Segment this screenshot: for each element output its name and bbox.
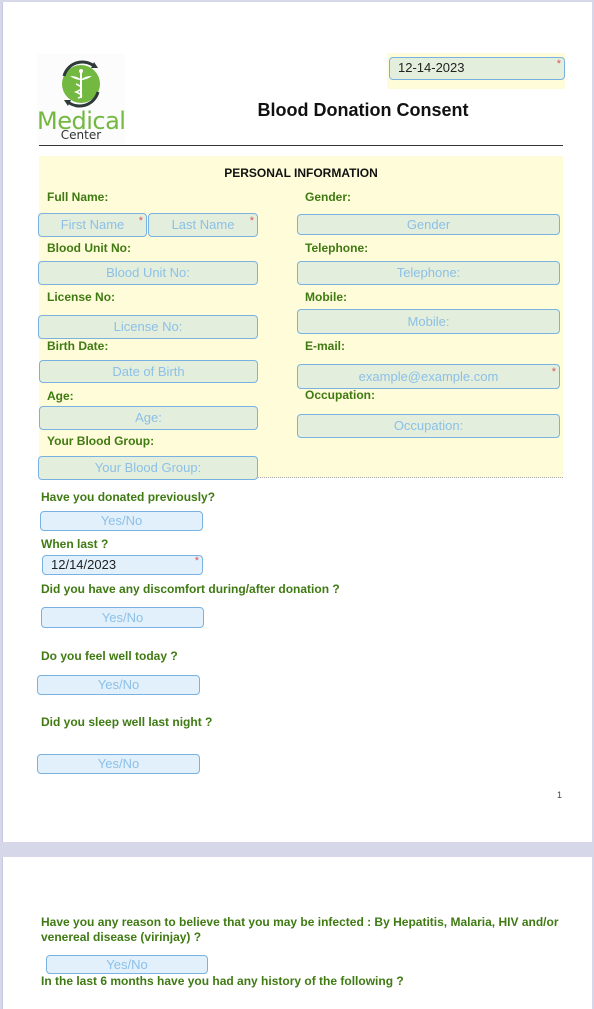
last-name-field[interactable]: Last Name <box>148 210 258 237</box>
telephone-field[interactable]: Telephone: <box>297 261 560 285</box>
blood-group-label: Your Blood Group: <box>47 434 155 448</box>
infection-question-line-1: Have you any reason to believe that you … <box>41 915 559 929</box>
infection-question-line-2: venereal disease (virinjay) ? <box>41 930 202 944</box>
page-number: 1 <box>556 790 562 800</box>
discomfort-label: Did you have any discomfort during/after… <box>41 582 340 596</box>
donated-previously-label: Have you donated previously? <box>41 490 216 504</box>
blood-unit-field[interactable]: Blood Unit No: <box>38 261 258 285</box>
telephone-label: Telephone: <box>305 241 369 255</box>
full-name-label: Full Name: <box>47 190 109 204</box>
caduceus-icon <box>62 60 100 108</box>
occupation-label: Occupation: <box>305 388 376 402</box>
mobile-field[interactable]: Mobile: <box>297 309 560 334</box>
occupation-field[interactable]: Occupation: <box>297 414 560 438</box>
page-2: Have you any reason to believe that you … <box>2 857 592 1009</box>
feel-well-label: Do you feel well today ? <box>41 649 178 663</box>
blood-group-field[interactable]: Your Blood Group: <box>38 456 258 480</box>
date-field[interactable]: 12-14-2023 <box>389 54 565 80</box>
header-divider <box>39 145 563 146</box>
sleep-well-field[interactable]: Yes/No <box>37 754 200 774</box>
gender-label: Gender: <box>305 190 352 204</box>
section-title: PERSONAL INFORMATION <box>224 166 378 180</box>
date-of-birth-field[interactable]: Date of Birth <box>39 360 258 383</box>
page-1: Medical Center 12-14-2023 Blood Donation… <box>2 2 592 842</box>
email-field[interactable]: example@example.com <box>297 361 560 389</box>
license-no-field[interactable]: License No: <box>38 315 258 339</box>
discomfort-field[interactable]: Yes/No <box>41 607 204 628</box>
gender-field[interactable]: Gender <box>297 214 560 235</box>
when-last-field[interactable]: 12/14/2023 <box>42 552 203 575</box>
age-label: Age: <box>47 389 74 403</box>
logo-text-center: Center <box>60 128 102 142</box>
page-title: Blood Donation Consent <box>257 100 469 120</box>
sleep-well-label: Did you sleep well last night ? <box>41 715 213 729</box>
medical-center-logo: Medical Center <box>37 54 126 144</box>
email-label: E-mail: <box>305 339 346 353</box>
when-last-label: When last ? <box>41 537 109 551</box>
infection-question-label: Have you any reason to believe that you … <box>41 915 561 945</box>
mobile-label: Mobile: <box>305 290 347 304</box>
blood-unit-label: Blood Unit No: <box>47 241 131 255</box>
personal-information-section: PERSONAL INFORMATION Full Name: First Na… <box>38 156 563 480</box>
donated-previously-field[interactable]: Yes/No <box>40 511 203 531</box>
infection-question-field[interactable]: Yes/No <box>46 955 208 974</box>
first-name-field[interactable]: First Name <box>38 210 147 237</box>
history-question-label: In the last 6 months have you had any hi… <box>41 974 404 988</box>
license-no-label: License No: <box>47 290 116 304</box>
feel-well-field[interactable]: Yes/No <box>37 675 200 695</box>
age-field[interactable]: Age: <box>39 406 258 430</box>
birth-date-label: Birth Date: <box>47 339 109 353</box>
date-field-wrapper: 12-14-2023 <box>387 53 565 89</box>
